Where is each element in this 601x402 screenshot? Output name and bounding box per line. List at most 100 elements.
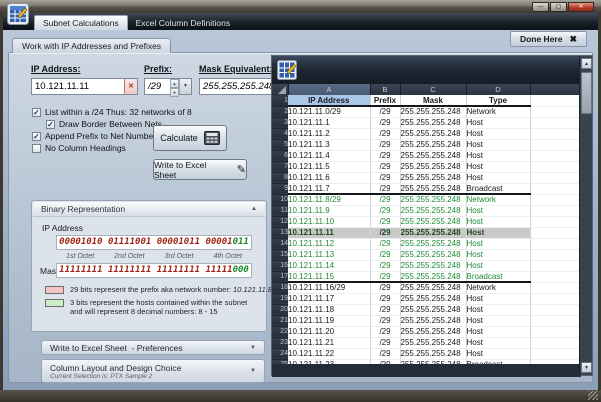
cell[interactable]: [530, 315, 581, 326]
cell[interactable]: Host: [466, 326, 530, 337]
column-header-D[interactable]: D: [466, 84, 530, 95]
cell[interactable]: [530, 293, 581, 304]
row-number[interactable]: 3: [272, 117, 288, 128]
cell[interactable]: 10.121.11.5: [288, 161, 370, 172]
cell[interactable]: [530, 260, 581, 271]
cell[interactable]: /29: [370, 128, 400, 139]
scroll-down-icon[interactable]: ▼: [581, 362, 592, 373]
scroll-up-icon[interactable]: ▲: [581, 58, 592, 69]
cell[interactable]: 10.121.11.6: [288, 172, 370, 183]
cell[interactable]: 10.121.11.19: [288, 315, 370, 326]
title-bar[interactable]: — ▢ ✕: [0, 0, 601, 13]
cell[interactable]: Host: [466, 304, 530, 315]
close-button[interactable]: ✕: [568, 2, 594, 12]
column-header-C[interactable]: C: [400, 84, 466, 95]
row-number[interactable]: 22: [272, 326, 288, 337]
cell[interactable]: Network: [466, 282, 530, 293]
subtab-work-with-ip[interactable]: Work with IP Addresses and Prefixes: [12, 38, 171, 53]
table-row[interactable]: 1410.121.11.12/29255.255.255.248Host: [272, 238, 581, 249]
cell[interactable]: 10.121.11.1: [288, 117, 370, 128]
checkbox[interactable]: ✓: [32, 132, 41, 141]
cell[interactable]: 10.121.11.11: [288, 227, 370, 238]
cell[interactable]: /29: [370, 106, 400, 117]
cell[interactable]: Host: [466, 139, 530, 150]
clear-ip-icon[interactable]: ✕: [124, 79, 137, 94]
collapse-up-icon[interactable]: ▲: [251, 206, 257, 212]
cell[interactable]: 10.121.11.7: [288, 183, 370, 194]
binary-representation-header[interactable]: Binary Representation ▲: [33, 202, 265, 217]
row-number[interactable]: 17: [272, 271, 288, 282]
row-number[interactable]: 14: [272, 238, 288, 249]
minimize-button[interactable]: —: [532, 2, 549, 12]
cell[interactable]: 255.255.255.248: [400, 161, 466, 172]
cell[interactable]: 10.121.11.21: [288, 337, 370, 348]
cell[interactable]: IP Address: [288, 95, 370, 106]
cell[interactable]: 10.121.11.12: [288, 238, 370, 249]
cell[interactable]: 255.255.255.248: [400, 150, 466, 161]
row-number[interactable]: 6: [272, 150, 288, 161]
calculate-button[interactable]: Calculate: [153, 125, 227, 151]
checkbox[interactable]: ✓: [32, 108, 41, 117]
cell[interactable]: [530, 106, 581, 117]
cell[interactable]: 255.255.255.248: [400, 293, 466, 304]
cell[interactable]: Host: [466, 238, 530, 249]
cell[interactable]: /29: [370, 326, 400, 337]
select-all-corner[interactable]: [272, 84, 288, 95]
cell[interactable]: [530, 304, 581, 315]
cell[interactable]: 255.255.255.248: [400, 172, 466, 183]
cell[interactable]: /29: [370, 216, 400, 227]
table-row[interactable]: 1910.121.11.17/29255.255.255.248Host: [272, 293, 581, 304]
cell[interactable]: 255.255.255.248: [400, 139, 466, 150]
cell[interactable]: 255.255.255.248: [400, 326, 466, 337]
cell[interactable]: [530, 271, 581, 282]
option-row[interactable]: ✓Draw Border Between Nets: [32, 118, 262, 130]
cell[interactable]: /29: [370, 205, 400, 216]
cell[interactable]: 10.121.11.17: [288, 293, 370, 304]
cell[interactable]: /29: [370, 183, 400, 194]
cell[interactable]: 10.121.11.20: [288, 326, 370, 337]
cell[interactable]: [530, 128, 581, 139]
cell[interactable]: Network: [466, 106, 530, 117]
cell[interactable]: 255.255.255.248: [400, 337, 466, 348]
row-number[interactable]: 19: [272, 293, 288, 304]
cell[interactable]: 10.121.11.3: [288, 139, 370, 150]
cell[interactable]: 10.121.11.18: [288, 304, 370, 315]
cell[interactable]: 255.255.255.248: [400, 348, 466, 359]
cell[interactable]: 10.121.11.9: [288, 205, 370, 216]
cell[interactable]: /29: [370, 315, 400, 326]
cell[interactable]: 255.255.255.248: [400, 282, 466, 293]
table-row[interactable]: 1010.121.11.8/29/29255.255.255.248Networ…: [272, 194, 581, 205]
vertical-scrollbar[interactable]: ▲ ▼: [579, 56, 592, 375]
cell[interactable]: 255.255.255.248: [400, 194, 466, 205]
cell[interactable]: /29: [370, 194, 400, 205]
cell[interactable]: [530, 348, 581, 359]
cell[interactable]: Broadcast: [466, 271, 530, 282]
row-number[interactable]: 12: [272, 216, 288, 227]
prefix-dropdown-icon[interactable]: ▼: [179, 79, 191, 94]
cell[interactable]: 255.255.255.248: [400, 271, 466, 282]
tab-excel-column-definitions[interactable]: Excel Column Definitions: [128, 16, 238, 30]
table-row[interactable]: 310.121.11.1/29255.255.255.248Host: [272, 117, 581, 128]
cell[interactable]: [530, 282, 581, 293]
cell[interactable]: /29: [370, 249, 400, 260]
cell[interactable]: Type: [466, 95, 530, 106]
cell[interactable]: /29: [370, 150, 400, 161]
cell[interactable]: /29: [370, 227, 400, 238]
cell[interactable]: /29: [370, 161, 400, 172]
cell[interactable]: [530, 227, 581, 238]
cell[interactable]: Prefix: [370, 95, 400, 106]
row-number[interactable]: 21: [272, 315, 288, 326]
cell[interactable]: /29: [370, 337, 400, 348]
table-row[interactable]: 1110.121.11.9/29255.255.255.248Host: [272, 205, 581, 216]
cell[interactable]: /29: [370, 117, 400, 128]
cell[interactable]: 10.121.11.16/29: [288, 282, 370, 293]
table-row[interactable]: 210.121.11.0/29/29255.255.255.248Network: [272, 106, 581, 117]
sheet-header-row[interactable]: 1IP AddressPrefixMaskType: [272, 95, 581, 106]
cell[interactable]: [530, 172, 581, 183]
table-row[interactable]: 2210.121.11.20/29255.255.255.248Host: [272, 326, 581, 337]
table-row[interactable]: 2310.121.11.21/29255.255.255.248Host: [272, 337, 581, 348]
cell[interactable]: 255.255.255.248: [400, 183, 466, 194]
cell[interactable]: 10.121.11.8/29: [288, 194, 370, 205]
cell[interactable]: 10.121.11.13: [288, 249, 370, 260]
cell[interactable]: 255.255.255.248: [400, 315, 466, 326]
